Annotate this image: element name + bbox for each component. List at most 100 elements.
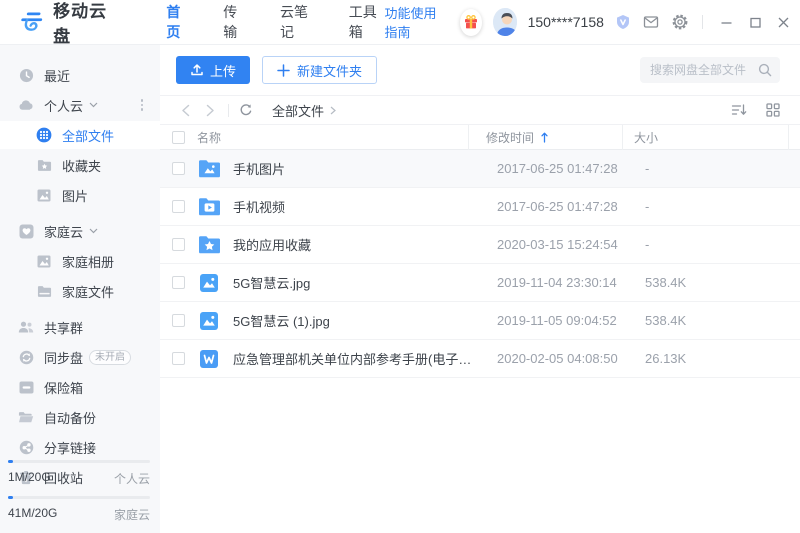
folder-star-icon: [197, 234, 221, 256]
sync-disabled-badge: 未开启: [89, 350, 131, 365]
back-button[interactable]: [176, 101, 194, 119]
minimize-button[interactable]: [720, 14, 733, 30]
row-checkbox[interactable]: [172, 200, 185, 213]
column-size[interactable]: 大小: [622, 125, 788, 150]
close-button[interactable]: [777, 14, 790, 30]
main-nav: 首页 传输 云笔记 工具箱: [166, 2, 384, 42]
upload-button[interactable]: 上传: [176, 56, 250, 84]
file-size: 538.4K: [634, 313, 800, 328]
forward-button[interactable]: [201, 101, 219, 119]
sidebar-item-shared-groups[interactable]: 共享群: [0, 313, 160, 341]
file-name[interactable]: 应急管理部机关单位内部参考手册(电子版).docx: [233, 349, 480, 368]
sidebar-item-all-files[interactable]: 全部文件: [0, 121, 160, 149]
row-checkbox[interactable]: [172, 352, 185, 365]
file-modified: 2020-03-15 15:24:54: [480, 237, 634, 252]
folder-star-icon: [36, 157, 52, 173]
breadcrumb[interactable]: 全部文件: [272, 101, 336, 120]
search-input[interactable]: [650, 63, 758, 77]
vip-badge-icon[interactable]: [615, 12, 632, 32]
sidebar-item-share-links[interactable]: 分享链接: [0, 433, 160, 461]
sidebar-item-favorites[interactable]: 收藏夹: [0, 151, 160, 179]
feature-guide-link[interactable]: 功能使用指南: [385, 3, 450, 41]
share-icon: [18, 439, 34, 455]
row-checkbox[interactable]: [172, 276, 185, 289]
topbar-right: 功能使用指南 150****7158: [385, 3, 791, 41]
table-row[interactable]: 5G智慧云.jpg 2019-11-04 23:30:14 538.4K: [160, 264, 800, 302]
table-row[interactable]: 应急管理部机关单位内部参考手册(电子版).docx 2020-02-05 04:…: [160, 340, 800, 378]
tab-notes[interactable]: 云笔记: [280, 2, 316, 42]
sidebar-item-pictures[interactable]: 图片: [0, 181, 160, 209]
file-size: -: [634, 161, 800, 176]
column-modified[interactable]: 修改时间: [468, 125, 622, 150]
settings-gear-icon[interactable]: [671, 12, 689, 32]
image-file-icon: [197, 310, 221, 332]
file-name[interactable]: 5G智慧云.jpg: [233, 273, 480, 292]
column-end-spacer: [788, 125, 800, 150]
sidebar-item-label: 共享群: [44, 318, 83, 337]
sync-icon: [18, 349, 34, 365]
upload-button-label: 上传: [210, 61, 236, 80]
sidebar-item-recent[interactable]: 最近: [0, 61, 160, 89]
sidebar-item-family-files[interactable]: 家庭文件: [0, 277, 160, 305]
picture-icon: [36, 187, 52, 203]
table-row[interactable]: 我的应用收藏 2020-03-15 15:24:54 -: [160, 226, 800, 264]
row-checkbox[interactable]: [172, 162, 185, 175]
heart-square-icon: [18, 223, 34, 239]
table-row[interactable]: 手机图片 2017-06-25 01:47:28 -: [160, 150, 800, 188]
file-size: -: [634, 237, 800, 252]
file-name[interactable]: 5G智慧云 (1).jpg: [233, 311, 480, 330]
cloud-logo-icon: [18, 9, 45, 35]
tab-toolbox[interactable]: 工具箱: [349, 2, 385, 42]
family-quota-used: 41M/20G: [8, 506, 57, 523]
row-checkbox[interactable]: [172, 238, 185, 251]
sidebar-item-family-cloud[interactable]: 家庭云: [0, 217, 160, 245]
safe-icon: [18, 379, 34, 395]
avatar[interactable]: [493, 8, 516, 36]
gift-icon[interactable]: [460, 9, 482, 36]
path-bar: 全部文件: [160, 96, 800, 125]
folder-icon: [36, 283, 52, 299]
file-modified: 2017-06-25 01:47:28: [480, 199, 634, 214]
app-title: 移动云盘: [53, 0, 118, 47]
maximize-button[interactable]: [749, 14, 762, 30]
select-all-checkbox[interactable]: [172, 131, 185, 144]
file-modified: 2019-11-04 23:30:14: [480, 275, 634, 290]
sidebar-item-personal-cloud[interactable]: 个人云: [0, 91, 160, 119]
file-size: 538.4K: [634, 275, 800, 290]
table-row[interactable]: 5G智慧云 (1).jpg 2019-11-05 09:04:52 538.4K: [160, 302, 800, 340]
storage-section: 1M/20G 个人云 41M/20G 家庭云: [8, 460, 150, 523]
breadcrumb-current[interactable]: 全部文件: [272, 101, 324, 120]
more-options-icon[interactable]: [136, 99, 148, 111]
folder-video-icon: [197, 196, 221, 218]
sort-list-icon[interactable]: [731, 103, 747, 117]
file-list: 手机图片 2017-06-25 01:47:28 - 手机视频 2017-06-…: [160, 150, 800, 378]
tab-home[interactable]: 首页: [166, 2, 190, 42]
file-name[interactable]: 我的应用收藏: [233, 235, 480, 254]
new-folder-button[interactable]: 新建文件夹: [262, 56, 377, 84]
sort-ascending-icon[interactable]: [541, 132, 548, 143]
sidebar-item-safe-box[interactable]: 保险箱: [0, 373, 160, 401]
refresh-button[interactable]: [237, 101, 255, 119]
tab-transfer[interactable]: 传输: [223, 2, 247, 42]
search-icon[interactable]: [758, 63, 772, 77]
mail-icon[interactable]: [642, 12, 660, 32]
table-row[interactable]: 手机视频 2017-06-25 01:47:28 -: [160, 188, 800, 226]
search-box[interactable]: [640, 57, 780, 83]
sidebar-item-auto-backup[interactable]: 自动备份: [0, 403, 160, 431]
sidebar-item-label: 家庭云: [44, 222, 83, 241]
account-phone[interactable]: 150****7158: [528, 14, 604, 30]
people-icon: [18, 319, 34, 335]
file-name[interactable]: 手机图片: [233, 159, 480, 178]
file-size: -: [634, 199, 800, 214]
file-modified: 2020-02-05 04:08:50: [480, 351, 634, 366]
file-name[interactable]: 手机视频: [233, 197, 480, 216]
sidebar-item-family-album[interactable]: 家庭相册: [0, 247, 160, 275]
sidebar-item-label: 同步盘: [44, 348, 83, 367]
sidebar-item-sync-disk[interactable]: 同步盘 未开启: [0, 343, 160, 371]
column-name[interactable]: 名称: [197, 129, 468, 146]
new-folder-button-label: 新建文件夹: [297, 61, 362, 80]
grid-view-icon[interactable]: [766, 103, 780, 117]
app-logo: 移动云盘: [18, 0, 118, 47]
sidebar-item-label: 最近: [44, 66, 70, 85]
row-checkbox[interactable]: [172, 314, 185, 327]
